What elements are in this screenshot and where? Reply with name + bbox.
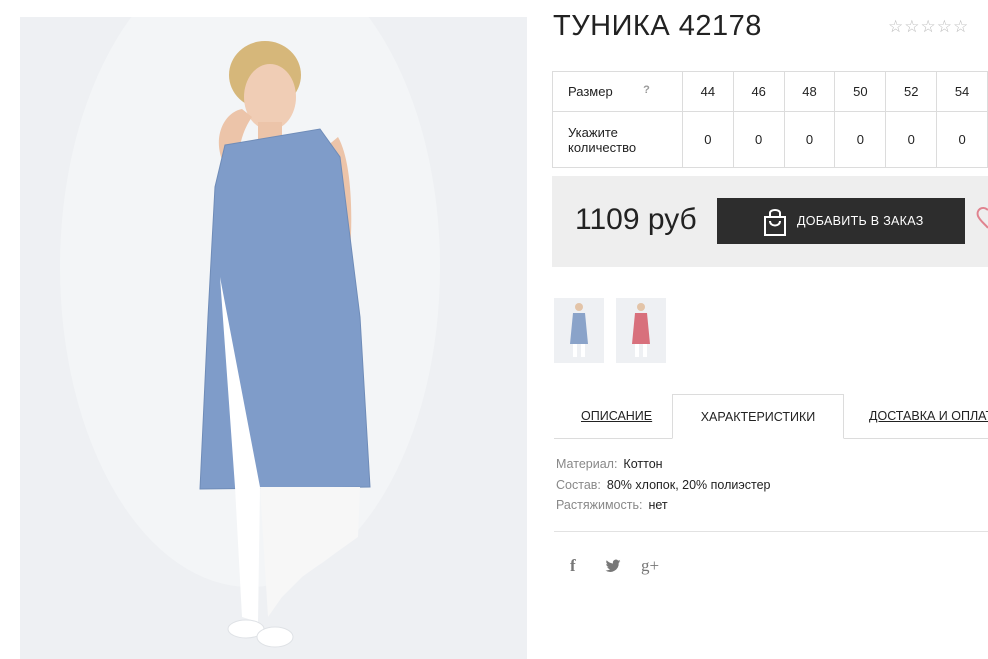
price: 1109 руб [575, 203, 697, 236]
quantity-input-44[interactable]: 0 [681, 111, 734, 168]
add-to-order-button[interactable]: ДОБАВИТЬ В ЗАКАЗ [717, 198, 965, 244]
size-44: 44 [681, 71, 734, 112]
size-52: 52 [885, 71, 938, 112]
thumbnail-image [554, 298, 604, 363]
spec-material: Материал: Коттон [556, 457, 663, 471]
product-title: ТУНИКА 42178 [553, 10, 762, 42]
size-quantity-table: Размер ? 44 46 48 50 52 54 Укажите колич… [552, 71, 988, 168]
size-48: 48 [783, 71, 836, 112]
tab-characteristics[interactable]: ХАРАКТЕРИСТИКИ [672, 394, 844, 439]
add-to-order-label: ДОБАВИТЬ В ЗАКАЗ [797, 214, 924, 228]
tab-description[interactable]: ОПИСАНИЕ [581, 394, 652, 438]
size-50: 50 [834, 71, 887, 112]
quantity-input-46[interactable]: 0 [732, 111, 785, 168]
quantity-input-52[interactable]: 0 [885, 111, 938, 168]
quantity-row-label: Укажите количество [552, 111, 683, 168]
main-product-photo[interactable] [20, 17, 527, 659]
quantity-input-54[interactable]: 0 [936, 111, 988, 168]
thumbnail-image [616, 298, 666, 363]
shopping-bag-icon [764, 209, 786, 236]
google-plus-icon[interactable]: g+ [641, 556, 659, 576]
size-54: 54 [936, 71, 988, 112]
wishlist-heart-icon[interactable] [976, 206, 988, 230]
spec-value: Коттон [623, 457, 663, 471]
facebook-icon[interactable]: f [570, 556, 576, 576]
spec-composition: Состав: 80% хлопок, 20% полиэстер [556, 478, 770, 492]
size-46: 46 [732, 71, 785, 112]
model-photo-illustration [20, 17, 527, 659]
spec-stretch: Растяжимость: нет [556, 498, 668, 512]
star-icon[interactable]: ☆ [904, 17, 919, 37]
thumbnail-blue[interactable] [554, 298, 604, 363]
spec-value: 80% хлопок, 20% полиэстер [606, 478, 771, 492]
quantity-input-50[interactable]: 0 [834, 111, 887, 168]
specs-divider [554, 531, 988, 532]
spec-key: Состав: [556, 478, 601, 492]
spec-key: Материал: [556, 457, 618, 471]
star-icon[interactable]: ☆ [888, 17, 903, 37]
size-help-icon[interactable]: ? [643, 84, 650, 96]
star-icon[interactable]: ☆ [921, 17, 936, 37]
star-icon[interactable]: ☆ [937, 17, 952, 37]
size-row-label: Размер ? [552, 71, 683, 112]
rating-stars[interactable]: ☆ ☆ ☆ ☆ ☆ [888, 17, 968, 37]
quantity-input-48[interactable]: 0 [783, 111, 836, 168]
tab-delivery-payment[interactable]: ДОСТАВКА И ОПЛАТА [869, 394, 988, 438]
thumbnail-pink[interactable] [616, 298, 666, 363]
spec-key: Растяжимость: [556, 498, 643, 512]
star-icon[interactable]: ☆ [953, 17, 968, 37]
twitter-icon[interactable] [604, 557, 622, 575]
spec-value: нет [648, 498, 668, 512]
